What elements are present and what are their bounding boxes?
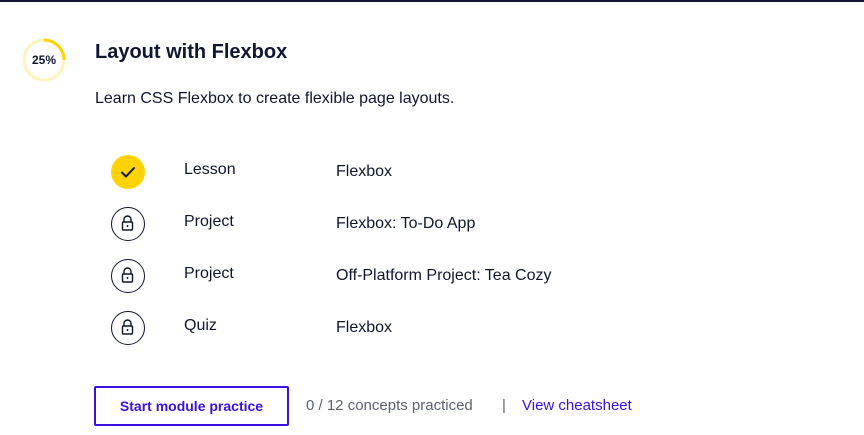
item-type: Project xyxy=(184,213,234,230)
item-type: Quiz xyxy=(184,317,217,334)
progress-percent: 25% xyxy=(31,53,57,67)
lock-icon xyxy=(111,311,145,345)
module-page: 25% Layout with Flexbox Learn CSS Flexbo… xyxy=(0,0,864,435)
module-items-list: Lesson Flexbox Project Flexbox: To-Do Ap… xyxy=(111,155,711,363)
start-module-practice-button[interactable]: Start module practice xyxy=(94,386,289,426)
footer-separator: | xyxy=(502,397,506,414)
item-name[interactable]: Flexbox: To-Do App xyxy=(336,215,475,233)
list-item[interactable]: Lesson Flexbox xyxy=(111,155,711,207)
item-type: Lesson xyxy=(184,161,236,178)
item-name[interactable]: Flexbox xyxy=(336,319,392,337)
list-item[interactable]: Quiz Flexbox xyxy=(111,311,711,363)
item-type: Project xyxy=(184,265,234,282)
lock-icon xyxy=(111,207,145,241)
top-divider xyxy=(0,0,864,2)
item-name[interactable]: Off-Platform Project: Tea Cozy xyxy=(336,267,551,285)
concepts-practiced-count: 0 / 12 concepts practiced xyxy=(306,397,473,414)
list-item[interactable]: Project Off-Platform Project: Tea Cozy xyxy=(111,259,711,311)
lock-icon xyxy=(111,259,145,293)
progress-ring: 25% xyxy=(21,37,67,83)
item-name[interactable]: Flexbox xyxy=(336,163,392,181)
list-item[interactable]: Project Flexbox: To-Do App xyxy=(111,207,711,259)
view-cheatsheet-link[interactable]: View cheatsheet xyxy=(522,397,632,414)
module-title: Layout with Flexbox xyxy=(95,41,288,63)
module-description: Learn CSS Flexbox to create flexible pag… xyxy=(95,90,455,107)
check-icon xyxy=(111,155,145,189)
